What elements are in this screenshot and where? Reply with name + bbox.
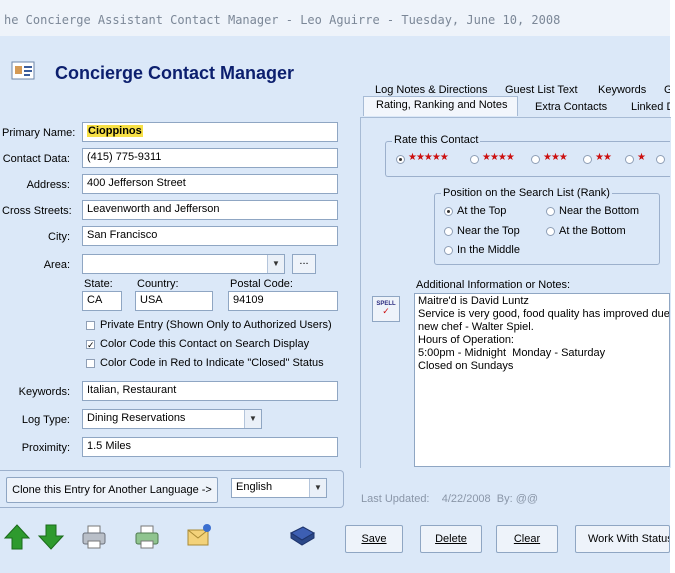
tab-rating-label: Rating, Ranking and Notes: [376, 99, 508, 111]
postal-code-field[interactable]: 94109: [228, 291, 338, 311]
log-type-dropdown[interactable]: Dining Reservations ▼: [82, 409, 262, 429]
rate-5-stars: ★★★★★: [408, 152, 449, 163]
chevron-down-icon[interactable]: ▼: [244, 410, 261, 428]
rank-near-top-radio[interactable]: [444, 227, 453, 236]
rank-bottom-label: At the Bottom: [559, 225, 626, 237]
closed-status-checkbox[interactable]: [86, 359, 95, 368]
country-field[interactable]: USA: [135, 291, 213, 311]
city-label: City:: [48, 231, 70, 243]
city-field[interactable]: San Francisco: [82, 226, 338, 246]
chevron-down-icon[interactable]: ▼: [309, 479, 326, 497]
delete-button[interactable]: Delete: [420, 525, 482, 553]
rank-middle-label: In the Middle: [457, 244, 520, 256]
area-dropdown[interactable]: ▼: [82, 254, 285, 274]
cross-streets-field[interactable]: Leavenworth and Jefferson: [82, 200, 338, 220]
rank-near-bottom-radio[interactable]: [546, 207, 555, 216]
log-type-value: Dining Reservations: [87, 412, 186, 424]
tab-extra-contacts[interactable]: Extra Contacts: [535, 101, 607, 113]
color-code-checkbox[interactable]: ✓: [86, 340, 95, 350]
rate-1-radio[interactable]: [625, 155, 634, 164]
rate-5-radio[interactable]: [396, 155, 405, 164]
language-value: English: [236, 481, 273, 493]
print-preview-icon[interactable]: [133, 523, 161, 551]
contact-data-field[interactable]: (415) 775-9311: [82, 148, 338, 168]
work-with-status-button[interactable]: Work With Status: [575, 525, 670, 553]
tab-guest-list[interactable]: Guest List Text: [505, 84, 578, 96]
notes-label: Additional Information or Notes:: [416, 279, 571, 291]
last-updated-label: Last Updated:: [361, 493, 430, 505]
state-field[interactable]: CA: [82, 291, 122, 311]
rank-top-label: At the Top: [457, 205, 507, 217]
address-field[interactable]: 400 Jefferson Street: [82, 174, 338, 194]
private-entry-label: Private Entry (Shown Only to Authorized …: [100, 319, 332, 331]
printer-icon[interactable]: [80, 523, 108, 551]
save-label: Save: [361, 533, 387, 545]
log-type-label: Log Type:: [21, 414, 70, 426]
rate-4-radio[interactable]: [470, 155, 479, 164]
rank-near-bottom-label: Near the Bottom: [559, 205, 640, 217]
up-arrow-icon[interactable]: [3, 523, 31, 551]
rate-4-stars: ★★★★: [482, 152, 515, 163]
address-label: Address:: [26, 179, 70, 191]
clear-button[interactable]: Clear: [496, 525, 558, 553]
book-icon[interactable]: [288, 523, 316, 551]
tab-keywords[interactable]: Keywords: [598, 84, 646, 96]
primary-name-field[interactable]: Cioppinos: [82, 122, 338, 142]
checkmark-icon: ✓: [87, 340, 95, 350]
primary-name-label: Primary Name:: [2, 127, 76, 139]
proximity-field[interactable]: 1.5 Miles: [82, 437, 338, 457]
title-bar: he Concierge Assistant Contact Manager -…: [0, 0, 675, 37]
rank-near-top-label: Near the Top: [457, 225, 520, 237]
spell-check-button[interactable]: SPELL ✓: [372, 296, 400, 322]
state-label: State:: [84, 278, 113, 290]
contact-data-label: Contact Data:: [2, 153, 70, 165]
down-arrow-icon[interactable]: [37, 523, 65, 551]
clear-label: Clear: [513, 533, 541, 545]
save-button[interactable]: Save: [345, 525, 403, 553]
delete-label: Delete: [435, 533, 467, 545]
rate-2-stars: ★★: [595, 152, 612, 163]
closed-status-label: Color Code in Red to Indicate "Closed" S…: [100, 357, 324, 369]
cross-streets-label: Cross Streets:: [2, 205, 72, 217]
area-label: Area:: [43, 259, 70, 271]
contact-card-icon: [10, 58, 38, 84]
email-icon[interactable]: [185, 521, 213, 549]
private-entry-checkbox[interactable]: [86, 321, 95, 330]
last-updated-by-label: By:: [496, 493, 513, 505]
postal-code-label: Postal Code:: [230, 278, 293, 290]
tab-linked[interactable]: Linked D: [631, 101, 670, 113]
rank-top-radio[interactable]: [444, 207, 453, 216]
keywords-field[interactable]: Italian, Restaurant: [82, 381, 338, 401]
rate-0-radio[interactable]: [656, 155, 665, 164]
last-updated-by: @@: [515, 493, 539, 505]
rate-1-stars: ★: [637, 152, 646, 163]
rank-bottom-radio[interactable]: [546, 227, 555, 236]
rate-2-radio[interactable]: [583, 155, 592, 164]
tab-truncated[interactable]: G: [664, 84, 670, 96]
last-updated-line: Last Updated: 4/22/2008 By: @@: [361, 493, 538, 505]
language-dropdown[interactable]: English ▼: [231, 478, 327, 498]
rank-group-label: Position on the Search List (Rank): [441, 187, 612, 199]
country-label: Country:: [137, 278, 179, 290]
rate-group-label: Rate this Contact: [392, 134, 481, 146]
rate-3-stars: ★★★: [543, 152, 568, 163]
last-updated-date: 4/22/2008: [441, 493, 491, 505]
window-title: he Concierge Assistant Contact Manager -…: [4, 13, 561, 27]
chevron-down-icon[interactable]: ▼: [267, 255, 284, 273]
color-code-label: Color Code this Contact on Search Displa…: [100, 338, 310, 350]
spell-check-icon: ✓: [382, 306, 390, 316]
keywords-label: Keywords:: [18, 386, 70, 398]
area-browse-button[interactable]: ...: [292, 254, 316, 274]
rate-3-radio[interactable]: [531, 155, 540, 164]
app-title: Concierge Contact Manager: [55, 63, 295, 83]
notes-textarea[interactable]: Maitre'd is David Luntz Service is very …: [414, 293, 670, 467]
rank-middle-radio[interactable]: [444, 246, 453, 255]
clone-language-button[interactable]: Clone this Entry for Another Language ->: [6, 477, 218, 503]
tab-log-notes[interactable]: Log Notes & Directions: [375, 84, 488, 96]
proximity-label: Proximity:: [21, 442, 70, 454]
primary-name-value: Cioppinos: [87, 125, 143, 137]
